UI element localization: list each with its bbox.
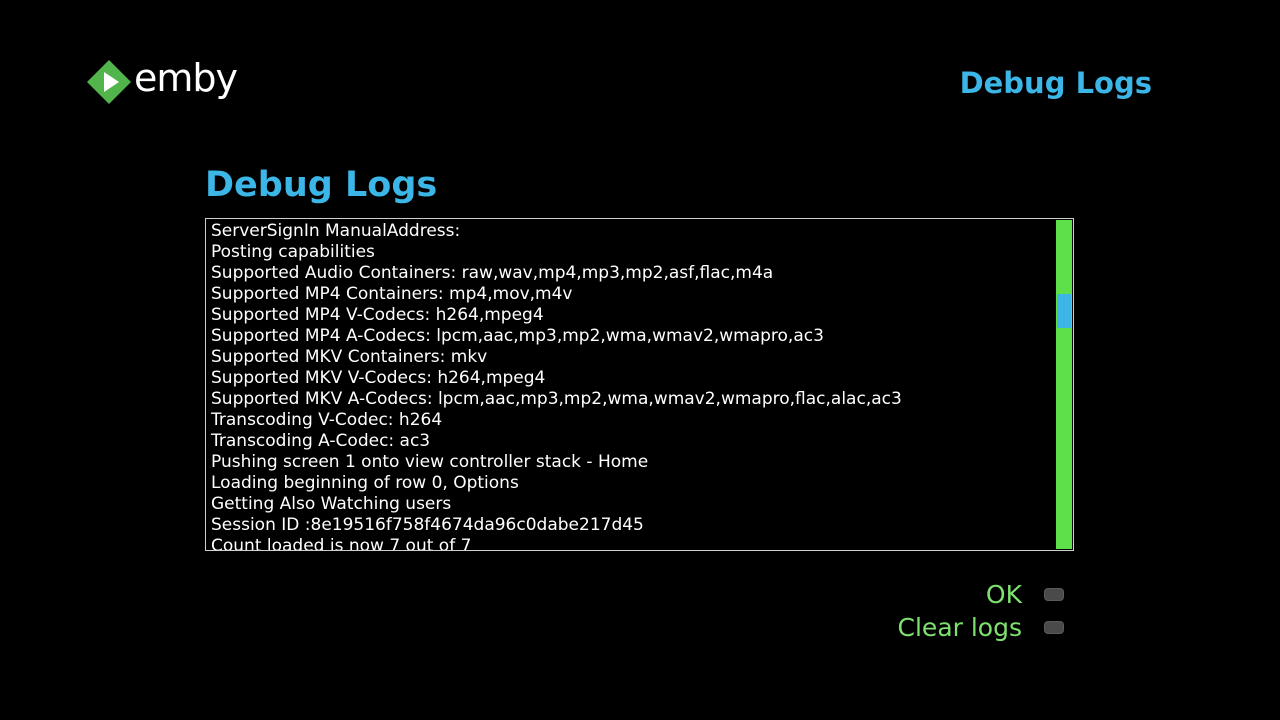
- log-line: ServerSignIn ManualAddress:: [211, 221, 461, 241]
- log-line: Getting Also Watching users: [211, 494, 452, 514]
- log-line: Pushing screen 1 onto view controller st…: [211, 452, 649, 472]
- log-viewer[interactable]: ServerSignIn ManualAddress: Posting capab…: [205, 218, 1074, 551]
- header-title: Debug Logs: [959, 66, 1152, 100]
- log-line: Supported Audio Containers: raw,wav,mp4,…: [211, 263, 774, 283]
- log-line: Transcoding V-Codec: h264: [211, 410, 443, 430]
- log-line: Supported MP4 V-Codecs: h264,mpeg4: [211, 305, 544, 325]
- log-line: Supported MKV V-Codecs: h264,mpeg4: [211, 368, 546, 388]
- log-line: Count loaded is now 7 out of 7: [211, 536, 472, 551]
- scroll-thumb[interactable]: [1057, 294, 1071, 328]
- log-line: Transcoding A-Codec: ac3: [211, 431, 431, 451]
- emby-logo-icon: [87, 60, 131, 104]
- menu-item-label: OK: [985, 580, 1022, 609]
- scrollbar[interactable]: [1056, 220, 1072, 549]
- page-title: Debug Logs: [205, 165, 438, 205]
- radio-indicator-icon: [1044, 588, 1064, 601]
- menu-item-ok[interactable]: OK: [986, 578, 1064, 611]
- log-line: Supported MKV A-Codecs: lpcm,aac,mp3,mp2…: [211, 389, 902, 409]
- log-line: Loading beginning of row 0, Options: [211, 473, 519, 493]
- emby-logo: emby: [86, 56, 238, 106]
- brand-name: emby: [134, 56, 238, 100]
- log-lines: ServerSignIn ManualAddress: Posting capab…: [211, 221, 1053, 551]
- debug-logs-screen: emby Debug Logs Debug Logs ServerSignIn …: [0, 0, 1280, 720]
- log-line: Supported MP4 A-Codecs: lpcm,aac,mp3,mp2…: [211, 326, 824, 346]
- radio-indicator-icon: [1044, 621, 1064, 634]
- log-line: Posting capabilities: [211, 242, 375, 262]
- menu-item-label: Clear logs: [897, 613, 1022, 642]
- log-line: Supported MP4 Containers: mp4,mov,m4v: [211, 284, 573, 304]
- menu-item-clear-logs[interactable]: Clear logs: [898, 611, 1064, 644]
- log-line: Supported MKV Containers: mkv: [211, 347, 488, 367]
- action-menu: OK Clear logs: [898, 578, 1064, 644]
- log-line: Session ID :8e19516f758f4674da96c0dabe21…: [211, 515, 644, 535]
